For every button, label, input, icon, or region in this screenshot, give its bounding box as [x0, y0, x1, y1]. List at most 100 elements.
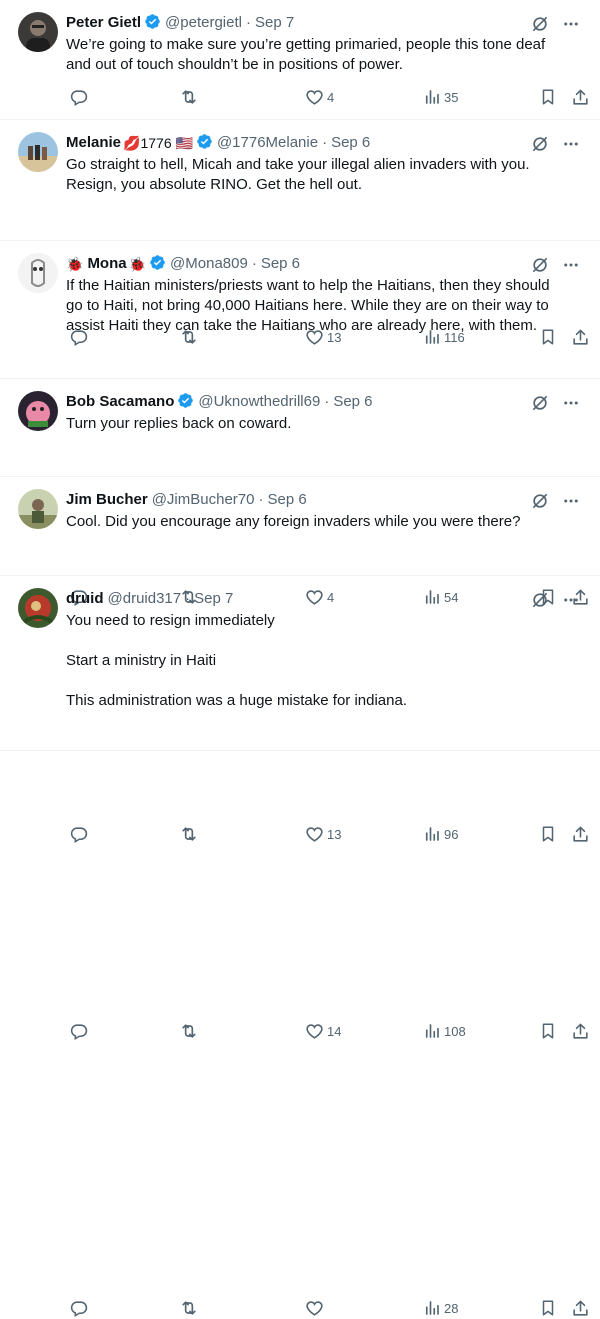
- tweet-text: Go straight to hell, Micah and take your…: [66, 155, 576, 195]
- avatar[interactable]: [18, 489, 58, 529]
- tweet-date[interactable]: Sep 6: [267, 489, 306, 511]
- tweet-header: Jim Bucher @JimBucher70 · Sep 6: [66, 489, 536, 511]
- tweet-actions: 13 96: [58, 823, 588, 845]
- tweet-top-actions: [530, 134, 580, 154]
- share-button[interactable]: [568, 1020, 590, 1042]
- like-button[interactable]: 13: [302, 823, 341, 845]
- retweet-button[interactable]: [176, 823, 202, 845]
- tweet-text-line: Turn your replies back on coward.: [66, 415, 292, 432]
- bookmark-button[interactable]: [536, 1020, 557, 1042]
- views-button[interactable]: 35: [420, 86, 458, 108]
- more-icon[interactable]: [562, 15, 580, 33]
- views-button[interactable]: 108: [420, 1020, 466, 1042]
- tweet[interactable]: druid @druid317 · Sep 7 You need to resign i…: [0, 576, 600, 1317]
- more-icon[interactable]: [562, 135, 580, 153]
- like-icon: [305, 88, 324, 107]
- like-button[interactable]: [302, 1297, 327, 1319]
- grok-icon[interactable]: [530, 590, 550, 610]
- display-name[interactable]: druid: [66, 588, 104, 610]
- reply-button[interactable]: [66, 86, 91, 108]
- reply-icon: [69, 88, 88, 107]
- views-button[interactable]: 96: [420, 823, 458, 845]
- tweet-top-actions: [530, 393, 580, 413]
- views-count: 35: [444, 89, 459, 105]
- user-handle[interactable]: @JimBucher70: [152, 489, 255, 511]
- retweet-button[interactable]: [176, 1297, 202, 1319]
- reply-button[interactable]: [66, 1297, 91, 1319]
- tweet[interactable]: Peter Gietl @petergietl · Sep 7 We’re going …: [0, 0, 600, 120]
- reply-button[interactable]: [66, 823, 91, 845]
- reply-button[interactable]: [66, 1020, 91, 1042]
- tweet-text-line: Cool. Did you encourage any foreign inva…: [66, 513, 521, 530]
- avatar[interactable]: [18, 12, 58, 52]
- retweet-button[interactable]: [176, 1020, 202, 1042]
- like-icon: [305, 825, 324, 844]
- views-icon: [423, 1022, 441, 1040]
- separator-dot: ·: [324, 393, 330, 410]
- display-name[interactable]: Bob Sacamano: [66, 391, 174, 413]
- display-name[interactable]: Peter Gietl: [66, 12, 141, 34]
- tweet-date[interactable]: Sep 6: [261, 253, 300, 275]
- avatar[interactable]: [18, 588, 58, 628]
- grok-icon[interactable]: [530, 491, 550, 511]
- avatar[interactable]: [18, 253, 58, 293]
- avatar[interactable]: [18, 391, 58, 431]
- bookmark-button[interactable]: [536, 1297, 557, 1319]
- user-handle[interactable]: @1776Melanie: [217, 132, 318, 154]
- name-emoji-suffix: 💋1776 🇺🇸: [123, 135, 193, 151]
- more-icon[interactable]: [562, 256, 580, 274]
- tweet-text-line: Resign, you absolute RINO. Get the hell …: [66, 176, 362, 193]
- share-button[interactable]: [568, 86, 590, 108]
- display-name[interactable]: Melanie: [66, 132, 121, 154]
- bookmark-button[interactable]: [536, 86, 557, 108]
- views-button[interactable]: 28: [420, 1297, 458, 1319]
- user-handle[interactable]: @Uknowthedrill69: [198, 391, 320, 413]
- tweet[interactable]: Jim Bucher @JimBucher70 · Sep 6 Cool. Did yo…: [0, 477, 600, 1040]
- more-icon[interactable]: [562, 591, 580, 609]
- views-icon: [423, 88, 441, 106]
- separator-dot: ·: [251, 255, 257, 272]
- tweet-actions: 28: [58, 1297, 588, 1319]
- share-button[interactable]: [568, 1297, 590, 1319]
- views-count: 28: [444, 1300, 459, 1316]
- tweet-date[interactable]: Sep 7: [194, 588, 233, 610]
- retweet-button[interactable]: [176, 86, 202, 108]
- like-count: 13: [327, 826, 342, 842]
- reply-icon: [69, 1022, 88, 1041]
- tweet-text-line: We’re going to make sure you’re getting …: [66, 36, 546, 53]
- tweet[interactable]: 🐞 Mona 🐞 @Mona809 · Sep 6 If the Haitian minis…: [0, 241, 600, 606]
- verified-badge-icon: [193, 132, 213, 154]
- tweet[interactable]: Melanie 💋1776 🇺🇸 @1776Melanie · Sep 6 Go stra…: [0, 120, 600, 346]
- like-button[interactable]: 14: [302, 1020, 341, 1042]
- more-icon[interactable]: [562, 394, 580, 412]
- display-name[interactable]: Jim Bucher: [66, 489, 148, 511]
- tweet-date[interactable]: Sep 6: [331, 132, 370, 154]
- reply-icon: [69, 1299, 88, 1318]
- tweet-text-line: and out of touch shouldn’t be in positio…: [66, 56, 403, 73]
- user-handle[interactable]: @Mona809: [170, 253, 248, 275]
- name-emoji-prefix: 🐞: [66, 256, 84, 272]
- tweet-text: Turn your replies back on coward.: [66, 414, 576, 434]
- share-icon: [571, 825, 590, 844]
- grok-icon[interactable]: [530, 14, 550, 34]
- user-handle[interactable]: @druid317: [108, 588, 182, 610]
- tweet-top-actions: [530, 255, 580, 275]
- tweet-header: Melanie 💋1776 🇺🇸 @1776Melanie · Sep 6: [66, 132, 536, 154]
- grok-icon[interactable]: [530, 255, 550, 275]
- grok-icon[interactable]: [530, 134, 550, 154]
- share-button[interactable]: [568, 823, 590, 845]
- separator-dot: ·: [245, 14, 251, 31]
- like-button[interactable]: 4: [302, 86, 334, 108]
- tweet[interactable]: Bob Sacamano @Uknowthedrill69 · Sep 6 Turn y…: [0, 379, 600, 843]
- tweet-date[interactable]: Sep 6: [333, 391, 372, 413]
- verified-badge-icon: [141, 12, 161, 34]
- avatar[interactable]: [18, 132, 58, 172]
- tweet-text-line: [66, 631, 576, 651]
- user-handle[interactable]: @petergietl: [165, 12, 242, 34]
- tweet-text: We’re going to make sure you’re getting …: [66, 35, 576, 75]
- bookmark-button[interactable]: [536, 823, 557, 845]
- grok-icon[interactable]: [530, 393, 550, 413]
- display-name[interactable]: Mona: [87, 253, 126, 275]
- more-icon[interactable]: [562, 492, 580, 510]
- tweet-date[interactable]: Sep 7: [255, 12, 294, 34]
